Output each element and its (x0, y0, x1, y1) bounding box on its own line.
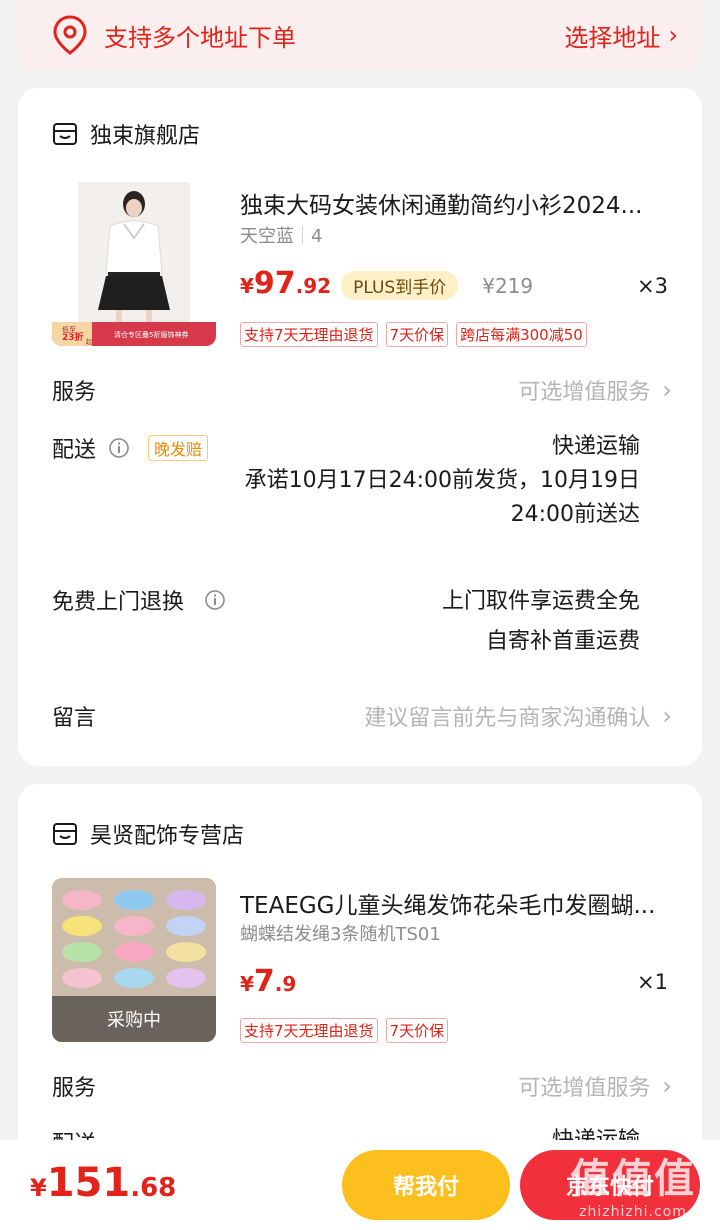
purchasing-overlay: 采购中 (107, 1010, 161, 1031)
service-option[interactable]: 可选增值服务 › (518, 1070, 672, 1102)
chevron-right-icon: › (662, 1072, 672, 1100)
tag-price-protect: 7天价保 (385, 1018, 449, 1043)
product-title[interactable]: TEAEGG儿童头绳发饰花朵毛巾发圈蝴... (240, 886, 670, 920)
help-me-pay-button[interactable]: 帮我付 (342, 1150, 510, 1220)
location-pin-icon (53, 15, 87, 55)
site-watermark: 值值值 zhizhizhi.com (558, 1146, 708, 1224)
tag-price-protect: 7天价保 (385, 322, 449, 347)
product-tags: 支持7天无理由退货 7天价保 跨店每满300减50 (240, 322, 587, 347)
tag-cross-store-discount: 跨店每满300减50 (456, 322, 587, 347)
service-label-text: 服务 (52, 380, 97, 405)
chevron-right-icon: › (662, 376, 672, 404)
plus-price-badge: PLUS到手价 (341, 271, 459, 300)
late-compensation-tag: 晚发赔 (148, 435, 209, 461)
total-dec: .68 (130, 1173, 177, 1203)
price-dec: .9 (274, 972, 297, 996)
watermark-logo-text: 值值值 (570, 1156, 696, 1202)
service-option[interactable]: 可选增值服务 › (518, 374, 672, 406)
message-label-text: 留言 (52, 706, 97, 731)
message-label: 留言 (52, 700, 96, 732)
price-dec: .92 (295, 274, 332, 298)
delivery-method: 快递运输 (551, 434, 640, 459)
shop-header[interactable]: 昊贤配饰专营店 (52, 818, 244, 850)
info-icon[interactable] (204, 589, 226, 611)
total-yen: ¥ (30, 1174, 47, 1202)
watermark-url: zhizhizhi.com (579, 1204, 687, 1220)
product-thumbnail[interactable]: 低至 23折 起 清仓专区叠5折服饰神券 (52, 182, 216, 346)
free-return-label-text: 免费上门退换 (52, 590, 185, 615)
spec-size: 4 (311, 226, 323, 247)
total-int: 151 (46, 1160, 131, 1206)
price-yen: ¥ (240, 274, 254, 298)
shop-icon (53, 823, 77, 845)
return-line-2: 自寄补首重运费 (485, 629, 640, 654)
free-return-label: 免费上门退换 (52, 584, 226, 616)
info-icon[interactable] (108, 437, 130, 459)
choose-address-link[interactable]: 选择地址 › (564, 18, 678, 53)
message-placeholder: 建议留言前先与商家沟通确认 (364, 706, 651, 731)
delivery-label: 配送 晚发赔 (52, 432, 209, 464)
product-quantity[interactable]: ×3 (637, 274, 668, 298)
service-value: 可选增值服务 (518, 380, 651, 405)
shop-icon (53, 123, 77, 145)
product-price: ¥7.9 (240, 964, 296, 999)
service-label: 服务 (52, 374, 96, 406)
product-thumbnail[interactable]: 采购中 (52, 878, 216, 1042)
chevron-right-icon: › (662, 702, 672, 730)
delivery-promise-cont: 24:00前送达 (510, 502, 640, 527)
free-return-info: 上门取件享运费全免 自寄补首重运费 (442, 582, 640, 662)
product-spec[interactable]: 天空蓝 4 (240, 222, 322, 248)
shop-name: 独束旗舰店 (90, 124, 201, 149)
product-tags: 支持7天无理由退货 7天价保 (240, 1018, 449, 1043)
spec-divider (302, 226, 303, 244)
order-card-shop-1: 独束旗舰店 低至 23折 起 清仓专区叠5折服饰神券 独束大码女装休闲通勤简约小… (18, 88, 702, 766)
product-image: 低至 23折 起 清仓专区叠5折服饰神券 (52, 182, 216, 346)
price-int: 7 (253, 964, 275, 999)
tag-7day-return: 支持7天无理由退货 (240, 1018, 378, 1043)
choose-address-label: 选择地址 (564, 23, 661, 52)
delivery-label-text: 配送 (52, 438, 97, 463)
service-label: 服务 (52, 1070, 96, 1102)
shop-name: 昊贤配饰专营店 (90, 824, 245, 849)
product-quantity[interactable]: ×1 (637, 970, 668, 994)
multi-address-label: 支持多个地址下单 (104, 23, 296, 52)
product-spec[interactable]: 蝴蝶结发绳3条随机TS01 (240, 920, 441, 946)
service-value: 可选增值服务 (518, 1076, 651, 1101)
product-title[interactable]: 独束大码女装休闲通勤简约小衫2024... (240, 186, 670, 220)
price-row: ¥7.9 (240, 964, 296, 999)
original-price: ¥219 (482, 274, 534, 298)
product-price: ¥97.92 (240, 266, 331, 301)
price-int: 97 (253, 266, 296, 301)
return-line-1: 上门取件享运费全免 (441, 589, 640, 614)
tag-7day-return: 支持7天无理由退货 (240, 322, 378, 347)
product-image: 采购中 (52, 878, 216, 1042)
thumb-banner-text: 清仓专区叠5折服饰神券 (114, 330, 188, 339)
multi-address-bar[interactable]: 支持多个地址下单 选择地址 › (18, 0, 702, 70)
service-label-text: 服务 (52, 1076, 97, 1101)
message-input[interactable]: 建议留言前先与商家沟通确认 › (364, 700, 672, 732)
total-price: ¥151.68 (30, 1160, 176, 1206)
price-row: ¥97.92 PLUS到手价 ¥219 (240, 266, 533, 301)
delivery-promise: 承诺10月17日24:00前发货，10月19日 (244, 468, 640, 493)
spec-color: 天空蓝 (240, 226, 294, 247)
thumb-banner-up: 起 (86, 338, 92, 346)
price-yen: ¥ (240, 972, 254, 996)
thumb-banner-discount: 23折 (62, 331, 84, 343)
chevron-right-icon: › (668, 21, 678, 49)
shop-header[interactable]: 独束旗舰店 (52, 118, 200, 150)
delivery-info[interactable]: 快递运输 承诺10月17日24:00前发货，10月19日 24:00前送达 (245, 430, 640, 532)
